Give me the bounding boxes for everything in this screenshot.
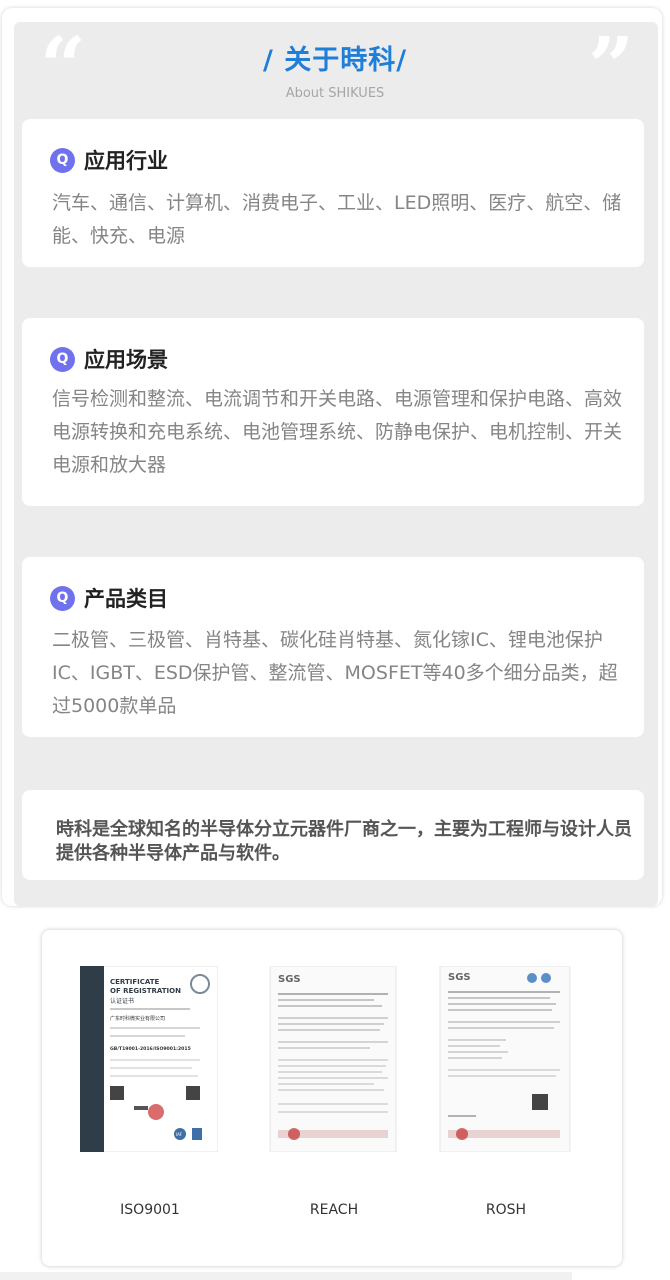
cert-heading-2: OF REGISTRATION	[110, 987, 181, 995]
sgs-logo: SGS	[278, 974, 301, 985]
certificate-label: ISO9001	[120, 1202, 180, 1218]
card-text: 二极管、三极管、肖特基、碳化硅肖特基、氮化镓IC、锂电池保护IC、IGBT、ES…	[52, 629, 618, 717]
card-title: 产品类目	[84, 587, 168, 611]
cert-badge: IAF	[176, 1132, 183, 1137]
q-badge-icon: Q	[50, 147, 75, 173]
sgs-logo: SGS	[448, 972, 471, 983]
certificates-panel: CERTIFICATE OF REGISTRATION 认证证书 广东时科微实业…	[42, 930, 622, 1266]
reach-report-image: SGS	[269, 966, 397, 1152]
cert-standard: GB/T19001-2016/ISO9001:2015	[110, 1046, 191, 1052]
certificate-reach[interactable]: SGS REACH	[264, 966, 424, 1246]
rosh-report-image: SGS	[439, 966, 571, 1152]
card-text: 汽车、通信、计算机、消费电子、工业、LED照明、医疗、航空、储能、快充、电源	[52, 192, 622, 247]
card-title: 应用行业	[84, 149, 168, 173]
card-text: 信号检测和整流、电流调节和开关电路、电源管理和保护电路、高效电源转换和充电系统、…	[52, 388, 623, 476]
q-badge-icon: Q	[50, 346, 75, 372]
card-title: 应用场景	[84, 348, 168, 372]
certificate-rosh[interactable]: SGS ROSH	[436, 966, 596, 1246]
card-industry: Q 应用行业 汽车、通信、计算机、消费电子、工业、LED照明、医疗、航空、储能、…	[22, 119, 644, 267]
description-card: 時科是全球知名的半导体分立元器件厂商之一，主要为工程师与设计人员提供各种半导体产…	[22, 790, 644, 880]
card-header: Q 应用场景	[50, 344, 168, 374]
page-title: / 关于時科/	[262, 45, 408, 76]
q-badge-icon: Q	[50, 585, 75, 611]
card-header: Q 应用行业	[50, 145, 168, 175]
description-text: 時科是全球知名的半导体分立元器件厂商之一，主要为工程师与设计人员提供各种半导体产…	[56, 819, 632, 864]
card-scenario: Q 应用场景 信号检测和整流、电流调节和开关电路、电源管理和保护电路、高效电源转…	[22, 318, 644, 506]
page-subtitle: About SHIKUES	[285, 86, 385, 101]
iso-certificate-image: CERTIFICATE OF REGISTRATION 认证证书 广东时科微实业…	[80, 966, 218, 1152]
cert-sub: 认证证书	[110, 997, 134, 1005]
card-products: Q 产品类目 二极管、三极管、肖特基、碳化硅肖特基、氮化镓IC、锂电池保护IC、…	[22, 557, 644, 737]
certificate-iso9001[interactable]: CERTIFICATE OF REGISTRATION 认证证书 广东时科微实业…	[80, 966, 240, 1246]
cert-heading-1: CERTIFICATE	[110, 978, 160, 986]
bottom-divider	[0, 1272, 572, 1280]
card-header: Q 产品类目	[50, 583, 168, 613]
certificate-label: ROSH	[485, 1202, 527, 1218]
cert-company: 广东时科微实业有限公司	[110, 1015, 165, 1022]
certificate-label: REACH	[309, 1202, 359, 1218]
